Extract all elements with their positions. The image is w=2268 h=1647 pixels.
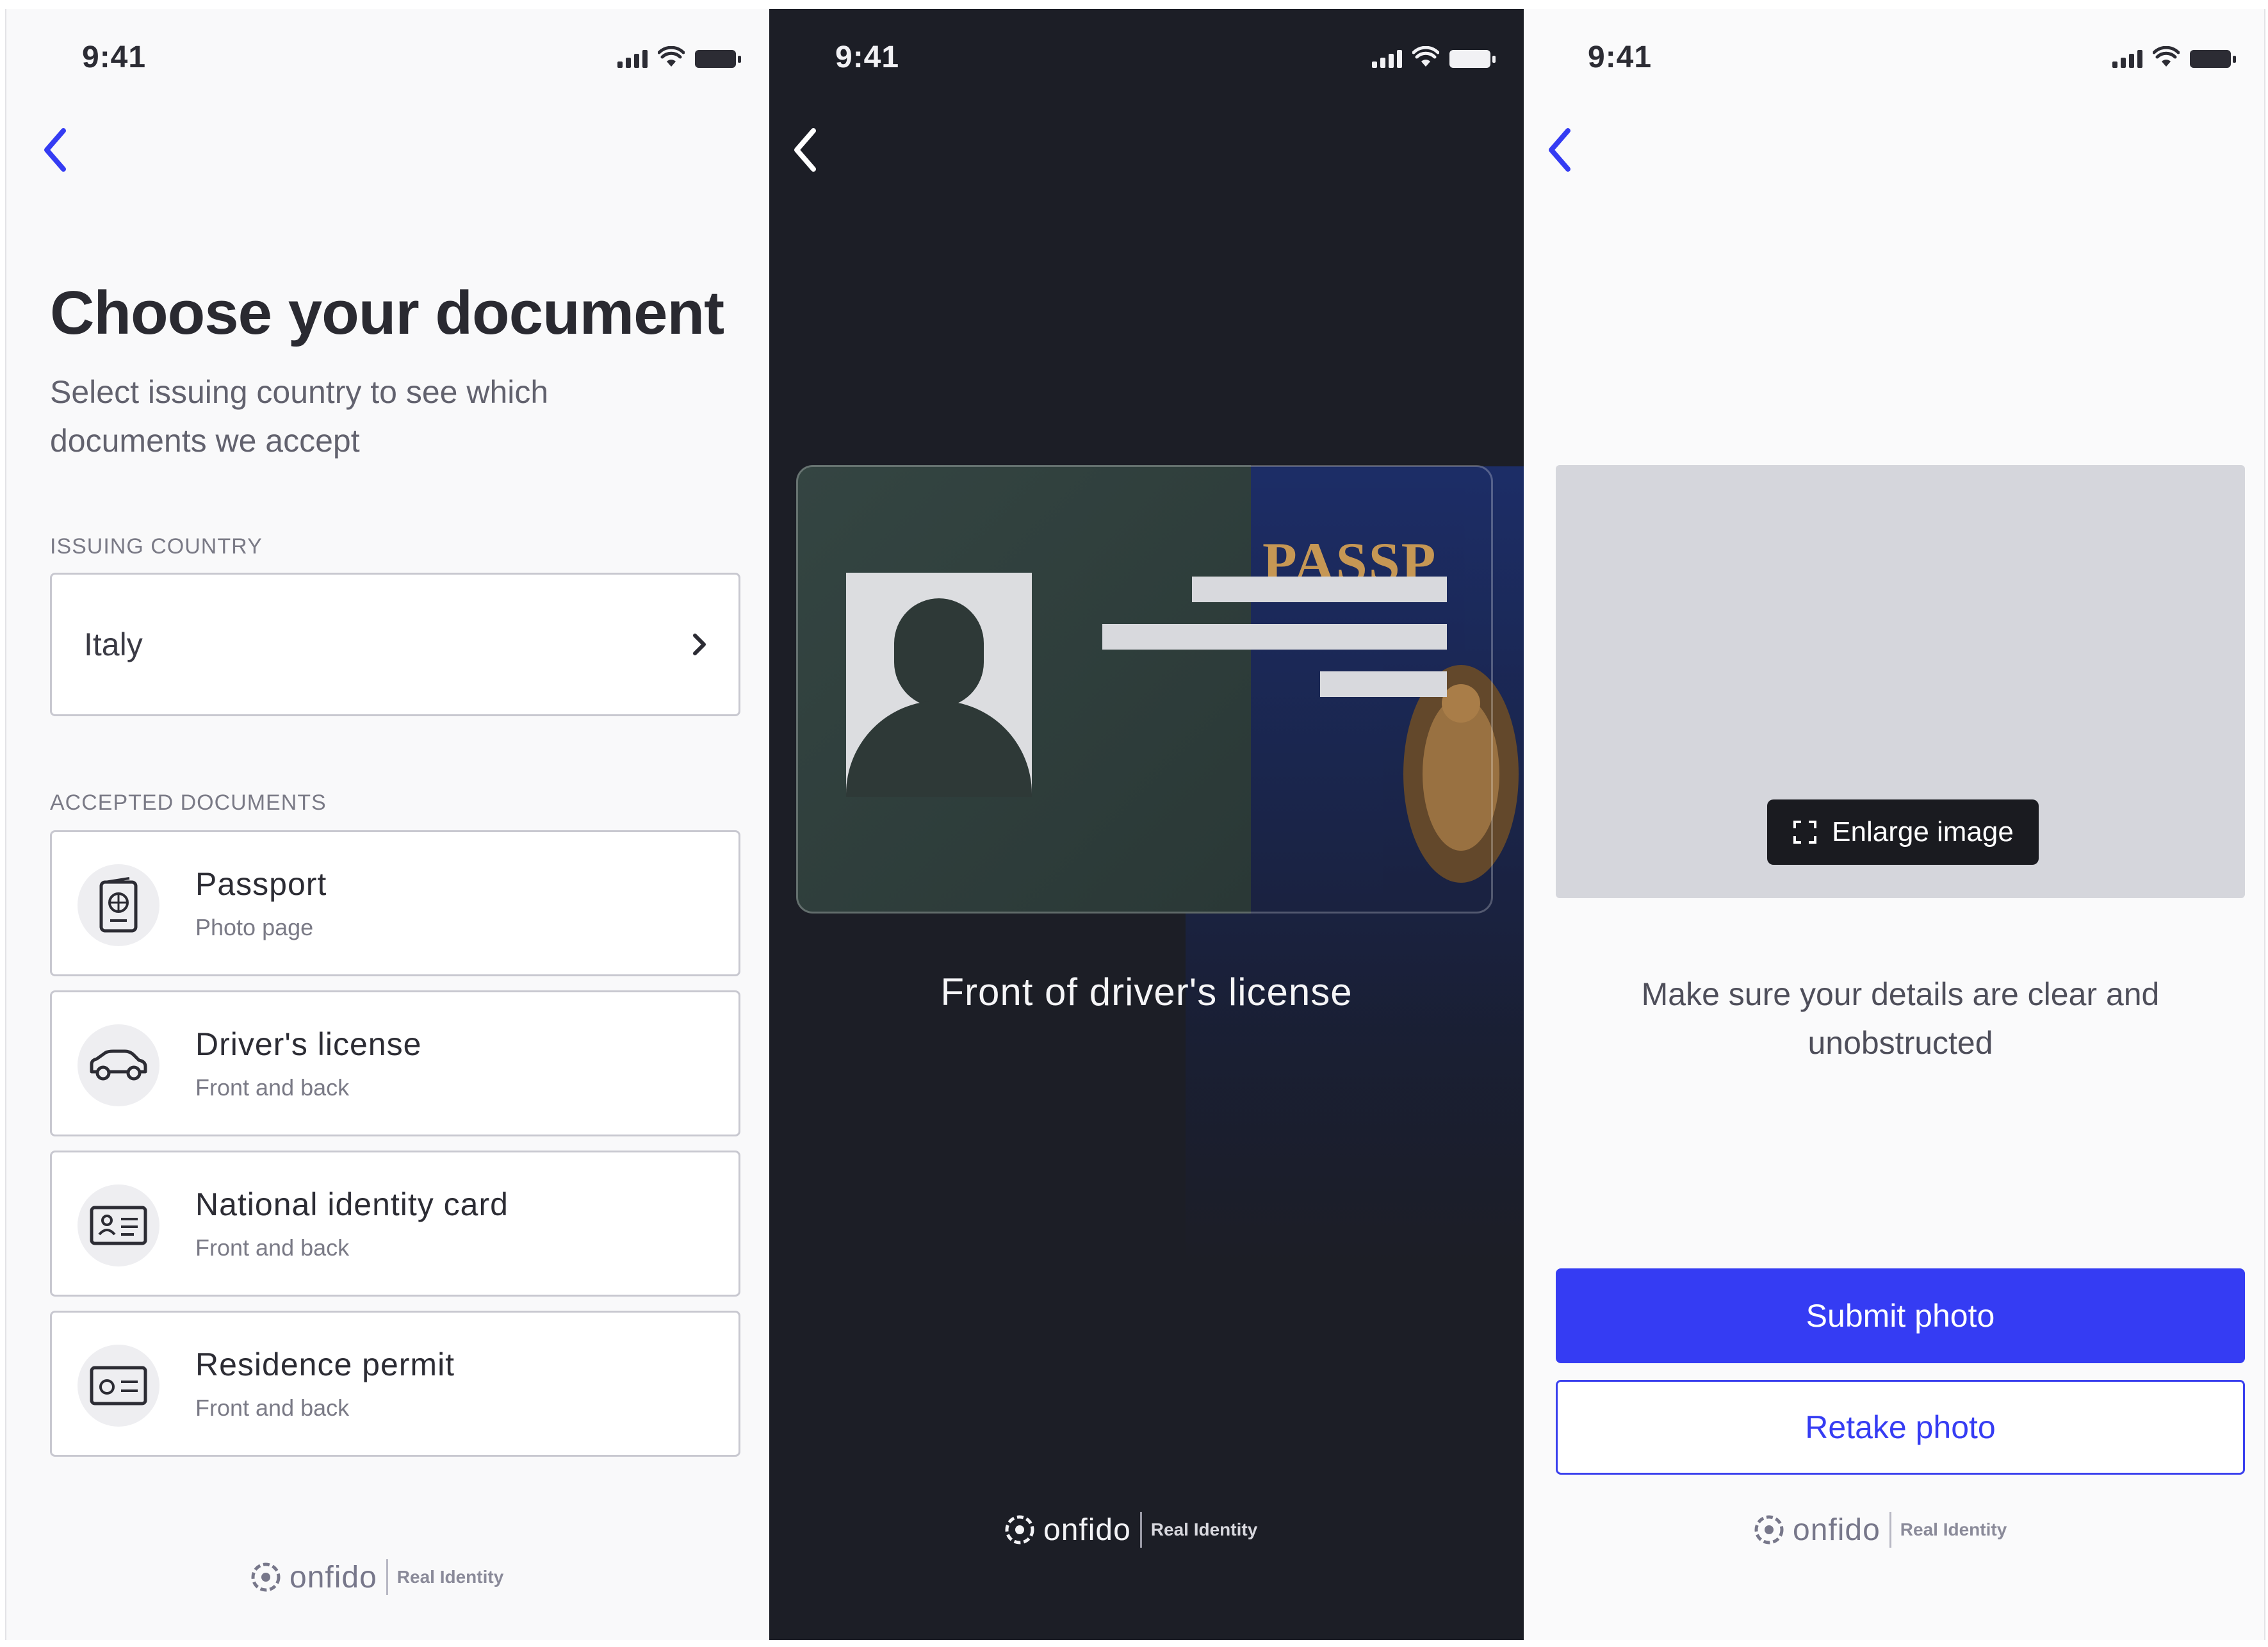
enlarge-image-button[interactable]: Enlarge image	[1767, 799, 2039, 865]
chevron-left-icon	[44, 128, 66, 172]
permit-card-icon	[78, 1345, 159, 1427]
page-subtitle: Select issuing country to see which docu…	[50, 374, 549, 459]
status-icons	[1372, 46, 1496, 68]
brand-tagline: Real Identity	[1150, 1520, 1258, 1539]
brand-name: onfido	[1793, 1512, 1880, 1547]
signal-icon	[2112, 49, 2142, 68]
document-subtitle: Photo page	[195, 914, 314, 940]
brand-tagline: Real Identity	[396, 1567, 504, 1587]
country-value: Italy	[84, 627, 143, 662]
document-title: Driver's license	[195, 1026, 422, 1062]
enlarge-image-label: Enlarge image	[1832, 816, 2014, 848]
battery-icon	[695, 50, 741, 68]
photo-preview: Enlarge image	[1556, 465, 2245, 898]
retake-photo-button[interactable]: Retake photo	[1556, 1380, 2245, 1475]
submit-photo-button[interactable]: Submit photo	[1556, 1268, 2245, 1363]
passport-icon	[78, 864, 159, 946]
onfido-logo-icon	[1754, 1515, 1784, 1545]
signal-icon	[1372, 49, 1402, 68]
wifi-icon	[658, 46, 685, 67]
confirm-photo-screen: 9:41 Enlarge image Make sure your detail…	[1524, 9, 2265, 1640]
wifi-icon	[1412, 46, 1439, 67]
document-title: Residence permit	[195, 1347, 455, 1382]
chevron-right-icon	[693, 634, 706, 655]
license-text-line	[1320, 671, 1447, 697]
car-icon	[78, 1024, 159, 1106]
document-title: Passport	[195, 866, 327, 902]
id-card-icon	[78, 1184, 159, 1266]
wifi-icon	[2153, 46, 2180, 67]
capture-document-screen: 9:41 PASSP Front of driver's license onf…	[769, 9, 1524, 1640]
brand-name: onfido	[290, 1560, 377, 1594]
documents-section-label: ACCEPTED DOCUMENTS	[50, 791, 327, 815]
choose-document-screen: 9:41 Choose your document Select issuing…	[5, 9, 769, 1640]
country-select[interactable]: Italy	[50, 573, 740, 716]
onfido-brand-footer: onfido Real Identity	[251, 1559, 503, 1595]
chevron-left-icon	[794, 128, 816, 172]
back-button[interactable]	[32, 118, 77, 182]
status-icons	[617, 46, 741, 68]
brand-name: onfido	[1043, 1512, 1131, 1547]
battery-icon	[2190, 50, 2236, 68]
document-subtitle: Front and back	[195, 1234, 350, 1261]
license-text-line	[1102, 624, 1447, 650]
brand-tagline: Real Identity	[1900, 1520, 2007, 1539]
brand-separator	[1139, 1512, 1142, 1548]
back-button[interactable]	[1537, 118, 1581, 182]
expand-icon	[1793, 821, 1817, 844]
back-button[interactable]	[782, 118, 827, 182]
status-time: 9:41	[1588, 40, 1652, 74]
onfido-brand-footer: onfido Real Identity	[1005, 1512, 1257, 1548]
chevron-left-icon	[1549, 128, 1570, 172]
brand-separator	[386, 1559, 388, 1595]
status-time: 9:41	[82, 40, 147, 74]
onfido-logo-icon	[1005, 1515, 1034, 1545]
license-text-line	[1192, 577, 1447, 602]
battery-icon	[1449, 50, 1496, 68]
status-time: 9:41	[835, 40, 900, 74]
document-option-drivers-license[interactable]: Driver's license Front and back	[50, 990, 740, 1136]
document-option-passport[interactable]: Passport Photo page	[50, 830, 740, 976]
status-icons	[2112, 46, 2236, 68]
photo-instruction: Make sure your details are clear and uno…	[1641, 976, 2160, 1061]
brand-separator	[1889, 1512, 1891, 1548]
page-title: Choose your document	[50, 279, 724, 347]
document-subtitle: Front and back	[195, 1074, 350, 1101]
onfido-brand-footer: onfido Real Identity	[1754, 1512, 2007, 1548]
document-option-national-id[interactable]: National identity card Front and back	[50, 1151, 740, 1297]
document-subtitle: Front and back	[195, 1395, 350, 1421]
document-title: National identity card	[195, 1186, 509, 1222]
country-section-label: ISSUING COUNTRY	[50, 534, 263, 559]
document-option-residence-permit[interactable]: Residence permit Front and back	[50, 1311, 740, 1457]
signal-icon	[617, 49, 648, 68]
onfido-logo-icon	[251, 1562, 281, 1592]
app-flow-screens: 9:41 Choose your document Select issuing…	[0, 0, 2268, 1647]
license-photo-placeholder	[846, 573, 1032, 797]
capture-caption: Front of driver's license	[940, 971, 1353, 1013]
